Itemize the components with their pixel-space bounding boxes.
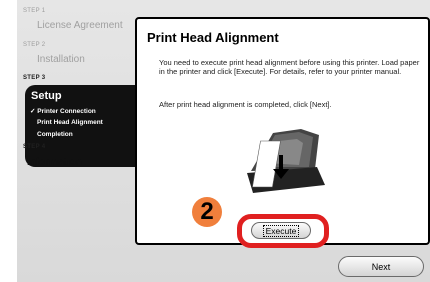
arrow-shaft — [279, 155, 283, 171]
step3-number: STEP 3 — [23, 75, 46, 81]
instruction-text: You need to execute print head alignment… — [159, 58, 420, 76]
step3-title: Setup — [31, 90, 62, 102]
panel-title: Print Head Alignment — [147, 30, 279, 45]
step4-number: STEP 4 — [23, 144, 46, 150]
execute-button[interactable]: Execute — [251, 222, 311, 239]
substep-printer-connection: ✓ Printer Connection — [30, 108, 96, 115]
step1-number: STEP 1 — [23, 8, 46, 14]
next-button[interactable]: Next — [338, 256, 424, 277]
step2-number: STEP 2 — [23, 42, 46, 48]
substep-completion: Completion — [37, 131, 73, 138]
step2-title: Installation — [37, 54, 85, 65]
completion-instruction: After print head alignment is completed,… — [159, 100, 332, 109]
printer-illustration — [247, 129, 325, 193]
step1-title: License Agreement — [37, 20, 123, 31]
step-callout-badge: 2 — [192, 197, 222, 227]
step4-title: Information — [27, 157, 82, 168]
execute-label: Execute — [262, 224, 300, 237]
steps-sidebar: STEP 1 License Agreement STEP 2 Installa… — [17, 0, 143, 282]
current-step-box: Setup ✓ Printer Connection Print Head Al… — [25, 85, 143, 167]
content-panel: Print Head Alignment You need to execute… — [135, 17, 430, 248]
substep-print-head-alignment: Print Head Alignment — [37, 119, 103, 126]
